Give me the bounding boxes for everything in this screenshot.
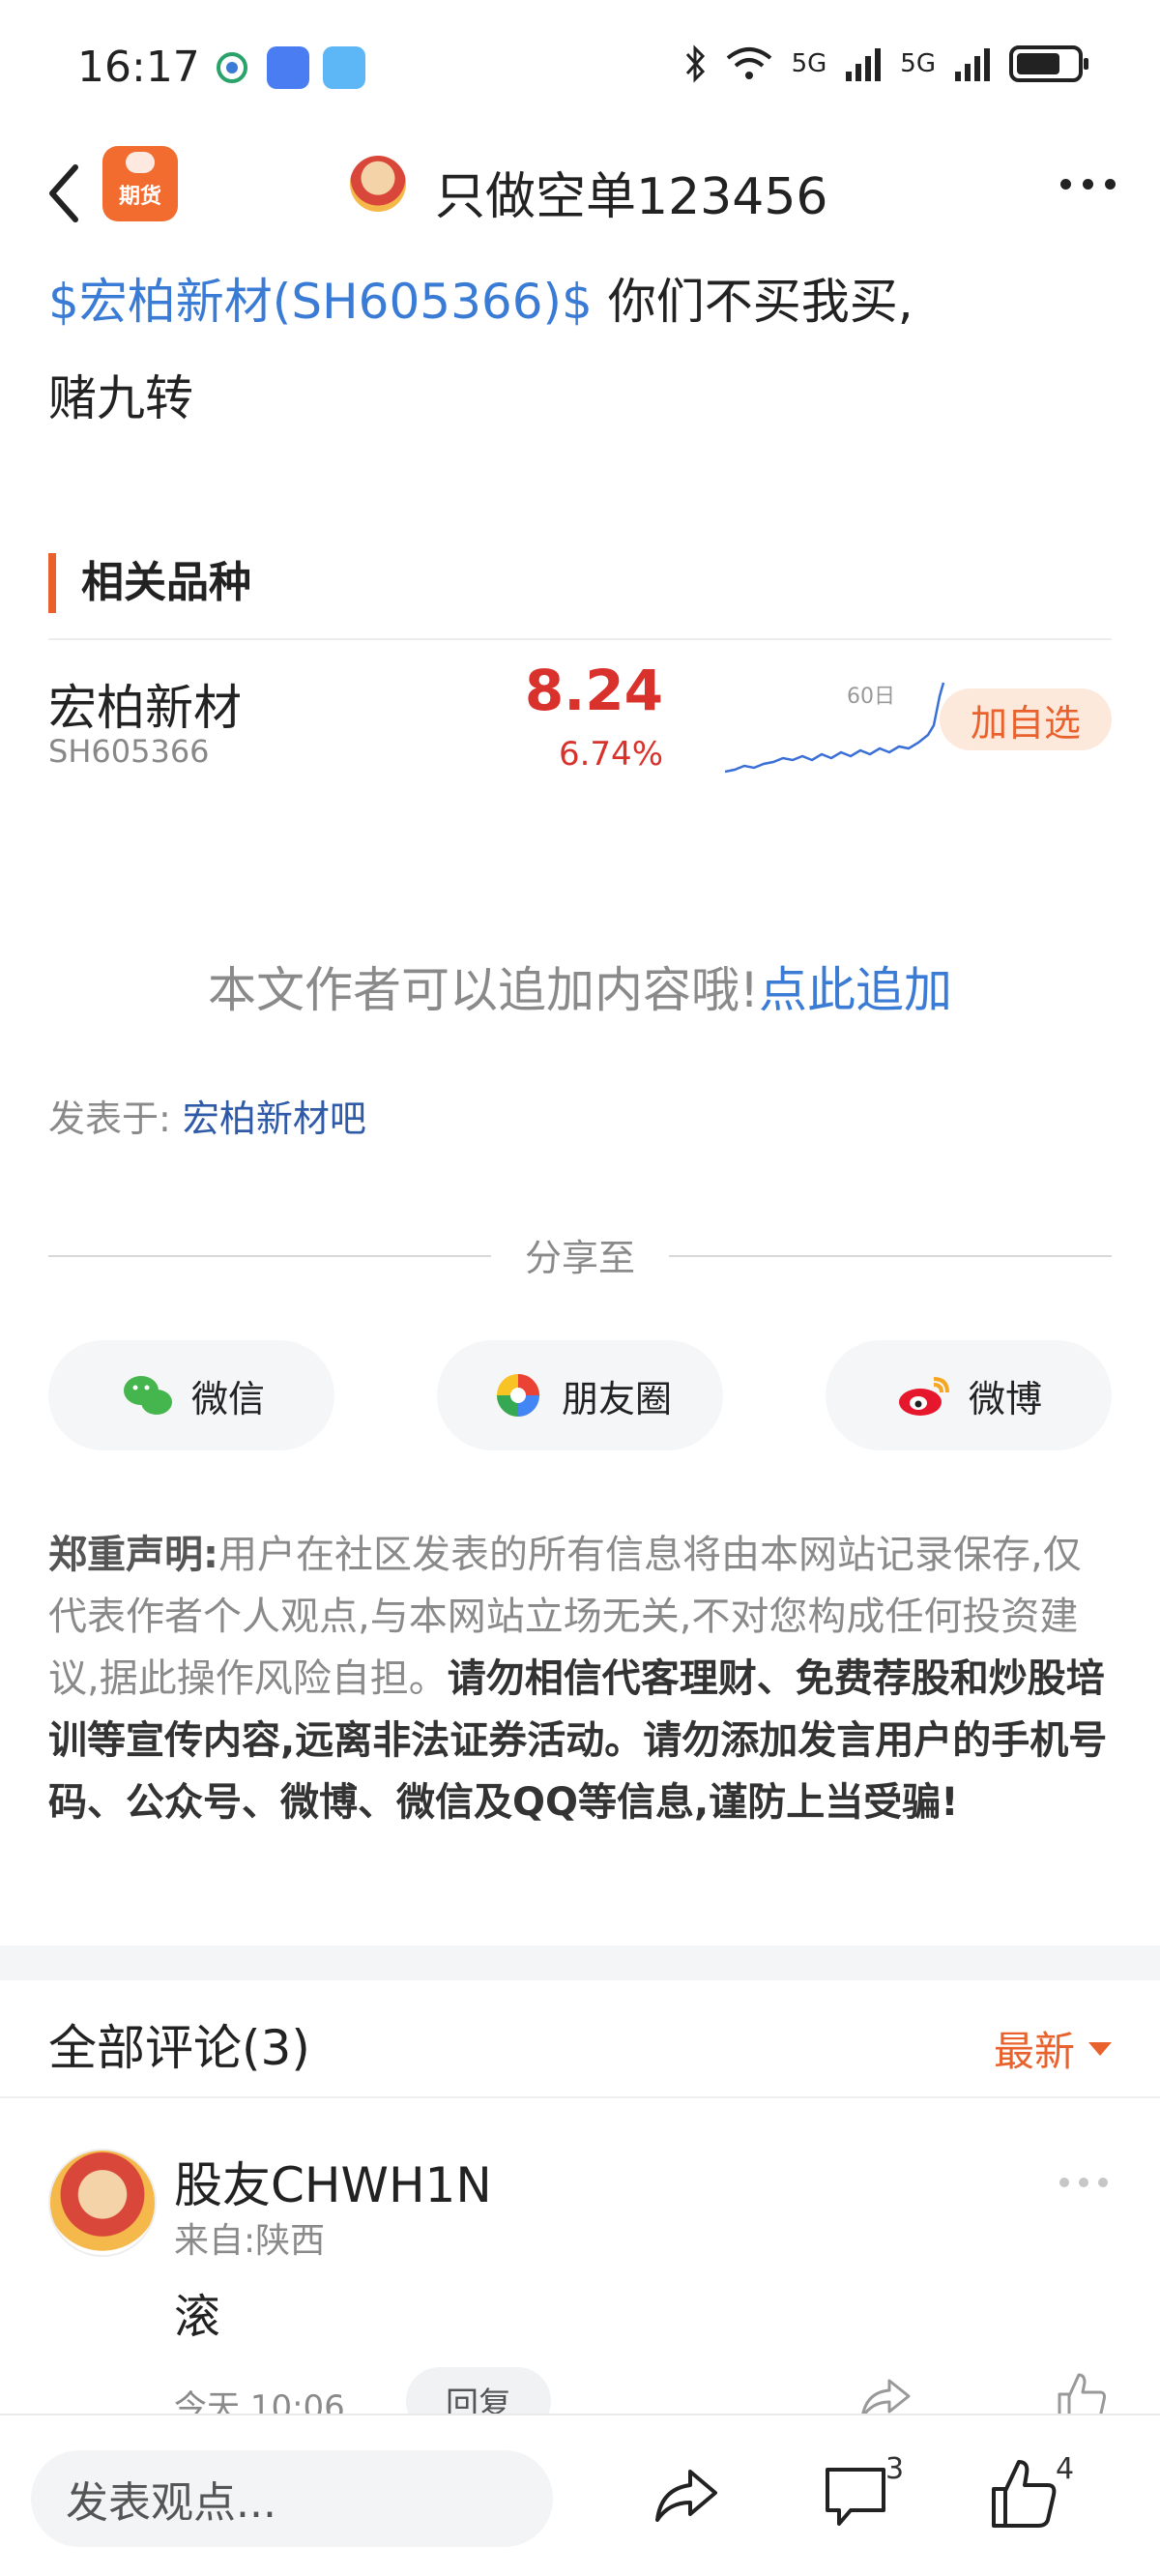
comment-text: 滚 [174,2290,221,2344]
commenter-avatar[interactable] [48,2149,157,2257]
futures-logo[interactable]: 期货 [102,146,178,221]
like-count: 4 [1056,2452,1075,2486]
bluetooth-icon [685,44,705,83]
more-icon[interactable] [1060,179,1116,190]
sort-label: 最新 [993,2028,1075,2075]
weather-app-icon [323,46,365,89]
share-wechat-button[interactable]: 微信 [48,1340,334,1450]
bottom-action-bar: 发表观点... 3 4 [0,2414,1160,2576]
author-avatar[interactable] [350,156,406,212]
status-indicators: 5G 5G [683,44,1088,83]
futures-logo-label: 期货 [118,185,161,209]
message-app-icon [267,46,309,89]
status-app-icons [211,46,365,89]
signal-icon-2 [955,48,990,81]
signal-icon [846,48,882,81]
weibo-icon [898,1377,949,1416]
share-icon[interactable] [653,2466,719,2524]
commenter-location: 来自:陕西 [174,2221,326,2261]
back-icon[interactable] [41,160,89,227]
wifi-icon [726,47,771,79]
comment-input[interactable]: 发表观点... [31,2450,553,2547]
share-weibo-button[interactable]: 微博 [826,1340,1112,1450]
top-nav-bar: 期货 只做空单123456 [0,140,1160,256]
network-type-1: 5G [791,49,827,78]
share-line-right [669,1255,1112,1257]
append-link[interactable]: 点此追加 [759,962,952,1018]
share-moments-button[interactable]: 朋友圈 [437,1340,723,1450]
commenter-name[interactable]: 股友CHWH1N [174,2147,492,2216]
comment-count: 3 [885,2452,905,2486]
stock-code: SH605366 [48,733,210,770]
append-note: 本文作者可以追加内容哦!点此追加 [0,951,1160,1021]
status-time: 16:17 [77,43,200,92]
stock-name: 宏柏新材 [48,680,242,736]
comments-title: 全部评论(3) [48,2020,310,2076]
author-name[interactable]: 只做空单123456 [435,156,828,228]
share-weibo-label: 微博 [968,1377,1042,1420]
disclaimer: 郑重声明:用户在社区发表的所有信息将由本网站记录保存,仅代表作者个人观点,与本网… [48,1524,1112,1833]
post-text-1: 你们不买我买, [607,274,914,330]
comments-header: 全部评论(3) 最新 [0,1980,1160,2098]
share-divider: 分享至 [48,1228,1112,1286]
related-section-title: 相关品种 [48,553,251,613]
comment-item: 股友CHWH1N 来自:陕西 滚 今天 10:06 回复 [0,2135,1160,2435]
disclaimer-lead: 郑重声明: [48,1533,218,1577]
sparkline-chart [725,682,945,774]
post-content: $宏柏新材(SH605366)$ 你们不买我买, 赌九转 [48,253,1112,447]
stock-change: 6.74% [558,735,663,774]
moments-icon [496,1374,539,1417]
chevron-down-icon [1088,2041,1112,2056]
mobile-carrier-icon [211,46,253,89]
stock-mention-link[interactable]: $宏柏新材(SH605366)$ [48,274,593,330]
divider [48,638,1112,640]
post-line-1: $宏柏新材(SH605366)$ 你们不买我买, [48,253,1112,350]
posted-in-label: 发表于: [48,1098,171,1140]
sparkline-label: 60日 [847,685,895,709]
related-stock-row[interactable]: 宏柏新材 SH605366 8.24 6.74% 60日 加自选 [48,658,1112,783]
stock-price: 8.24 [524,658,663,723]
wechat-icon [123,1376,172,1415]
posted-in: 发表于: 宏柏新材吧 [48,1089,366,1142]
post-text-2: 赌九转 [48,370,193,426]
share-wechat-label: 微信 [190,1377,265,1420]
sort-dropdown[interactable]: 最新 [994,2019,1112,2078]
like-icon[interactable] [988,2458,1058,2532]
append-text: 本文作者可以追加内容哦! [207,962,760,1018]
battery-icon [1009,45,1088,82]
network-type-2: 5G [900,49,936,78]
add-to-watchlist-button[interactable]: 加自选 [940,688,1112,750]
comment-icon[interactable] [822,2462,889,2530]
share-moments-label: 朋友圈 [561,1377,672,1420]
comment-more-icon[interactable] [1059,2178,1108,2187]
forum-link[interactable]: 宏柏新材吧 [183,1098,366,1140]
futures-logo-mark [126,152,155,173]
status-bar: 16:17 5G 5G [0,0,1160,140]
section-separator [0,1946,1160,1980]
